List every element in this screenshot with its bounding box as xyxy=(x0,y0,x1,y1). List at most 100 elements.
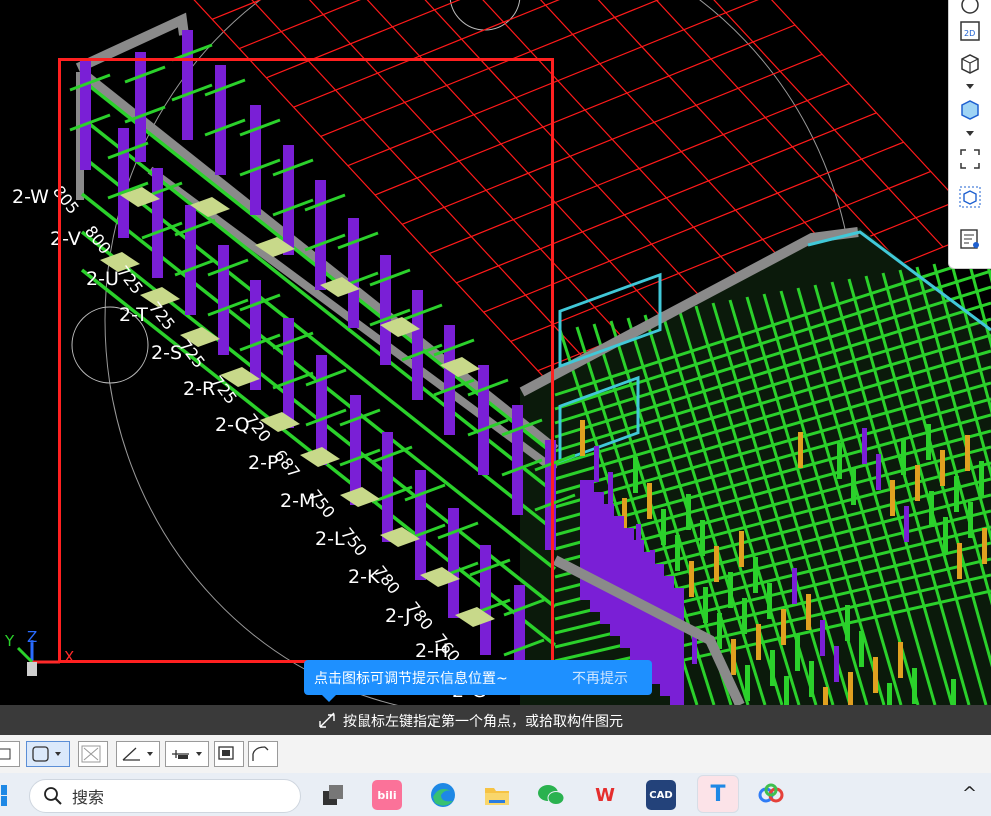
bottom-toolbar xyxy=(0,735,991,774)
column xyxy=(845,605,850,641)
ucs-z-label: Z xyxy=(27,628,38,646)
column xyxy=(968,502,973,538)
arc-button[interactable] xyxy=(248,741,278,767)
column xyxy=(770,650,775,686)
edge-icon[interactable] xyxy=(428,780,458,810)
column xyxy=(633,457,638,493)
tip-dismiss-link[interactable]: 不再提示 xyxy=(572,668,628,688)
column xyxy=(965,435,970,471)
clear-button[interactable] xyxy=(78,741,108,767)
fullscreen-icon[interactable] xyxy=(957,146,983,172)
wps-icon[interactable]: W xyxy=(590,780,620,810)
column xyxy=(670,588,684,705)
chevron-down-icon xyxy=(196,752,202,756)
3d-box-icon[interactable] xyxy=(957,50,983,76)
column xyxy=(820,620,825,656)
bilibili-icon[interactable]: bili xyxy=(372,780,402,810)
column xyxy=(594,446,599,482)
grid-line xyxy=(211,0,262,20)
properties-icon[interactable] xyxy=(957,226,983,252)
column xyxy=(767,583,772,619)
right-structure-block xyxy=(519,227,991,705)
cad-icon[interactable]: CAD xyxy=(646,780,676,810)
column xyxy=(951,679,956,705)
column xyxy=(954,476,959,512)
chevron-down-icon xyxy=(55,752,61,756)
column xyxy=(912,668,917,704)
column xyxy=(731,639,736,675)
view-cube-icon[interactable] xyxy=(957,184,983,210)
column xyxy=(901,439,906,475)
column xyxy=(798,432,803,468)
column xyxy=(756,624,761,660)
column xyxy=(887,683,892,705)
tray-chevron-icon[interactable]: ^ xyxy=(962,783,977,804)
chevron-down-icon[interactable] xyxy=(966,84,974,89)
rect-select-button[interactable] xyxy=(26,741,70,767)
chevron-down-icon[interactable] xyxy=(966,131,974,136)
column xyxy=(686,494,691,530)
column xyxy=(915,465,920,501)
column xyxy=(728,572,733,608)
capture-button[interactable] xyxy=(214,741,244,767)
task-view-icon[interactable] xyxy=(318,780,348,810)
tip-bubble[interactable]: 点击图标可调节提示信息位置~ 不再提示 xyxy=(304,660,652,702)
column xyxy=(608,472,613,508)
column xyxy=(703,587,708,623)
3d-model-viewport[interactable]: 2-W2-V2-U2-T2-S2-R2-Q2-P2-M2-L2-K2-J2-H2… xyxy=(0,0,991,705)
grid-line xyxy=(771,0,986,231)
column xyxy=(781,609,786,645)
wechat-icon[interactable] xyxy=(536,780,566,810)
column xyxy=(859,631,864,667)
chevron-down-icon xyxy=(147,752,153,756)
axis-label: 2-W xyxy=(12,186,49,208)
column xyxy=(848,672,853,705)
column xyxy=(876,454,881,490)
column xyxy=(806,594,811,630)
column xyxy=(979,461,984,497)
orbit-icon[interactable] xyxy=(957,0,983,18)
column xyxy=(834,646,839,682)
column xyxy=(943,517,948,553)
column xyxy=(717,613,722,649)
select-button[interactable] xyxy=(0,741,20,767)
tip-message: 点击图标可调节提示信息位置~ xyxy=(314,670,508,687)
2d-label: 2D xyxy=(964,29,975,38)
corner-select-icon xyxy=(319,712,335,728)
search-placeholder: 搜索 xyxy=(72,788,105,807)
column xyxy=(862,428,867,464)
column xyxy=(940,450,945,486)
baidu-netdisk-icon[interactable] xyxy=(756,780,786,810)
column xyxy=(904,506,909,542)
column xyxy=(753,557,758,593)
angle-button[interactable] xyxy=(116,741,160,767)
column xyxy=(689,561,694,597)
column xyxy=(739,531,744,567)
2d-view-button[interactable]: 2D xyxy=(957,18,983,44)
column xyxy=(661,509,666,545)
search-icon xyxy=(44,787,62,805)
column xyxy=(647,483,652,519)
column xyxy=(714,546,719,582)
column xyxy=(898,642,903,678)
offset-button[interactable] xyxy=(165,741,209,767)
3d-solid-icon[interactable] xyxy=(957,96,983,122)
t-app-icon[interactable]: T xyxy=(697,775,739,813)
column xyxy=(792,568,797,604)
column xyxy=(823,687,828,705)
column xyxy=(837,443,842,479)
column xyxy=(742,598,747,634)
taskbar-search[interactable]: 搜索 xyxy=(29,779,301,813)
column xyxy=(926,424,931,460)
selection-rectangle xyxy=(58,58,554,663)
column xyxy=(873,657,878,693)
column xyxy=(784,676,789,705)
column xyxy=(851,469,856,505)
status-prompt: 按鼠标左键指定第一个角点，或拾取构件图元 xyxy=(343,714,623,730)
column xyxy=(675,535,680,571)
column xyxy=(929,491,934,527)
ucs-y-label: Y xyxy=(5,632,15,650)
windows-start-icon[interactable] xyxy=(0,785,8,807)
column xyxy=(890,480,895,516)
file-explorer-icon[interactable] xyxy=(482,780,512,810)
